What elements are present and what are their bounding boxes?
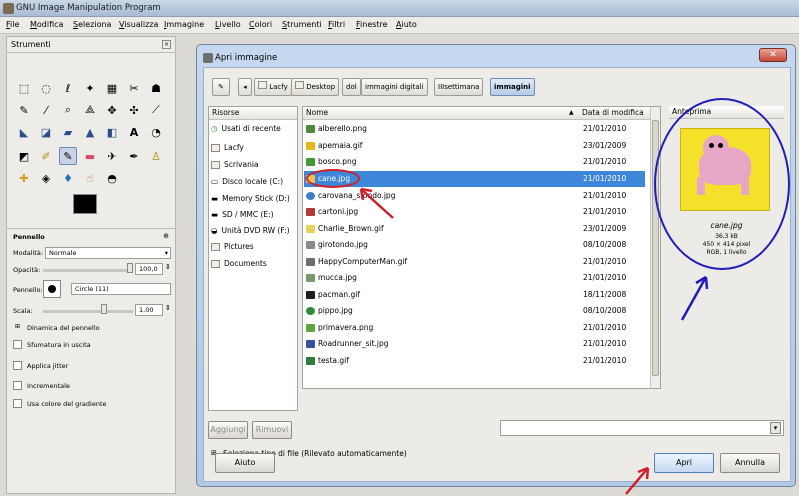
blue-arrow-shape: [680, 276, 708, 321]
annotation-arrows: [359, 187, 709, 495]
red-arrow-shape: [360, 188, 394, 219]
red-arrow-shape: [625, 467, 649, 495]
